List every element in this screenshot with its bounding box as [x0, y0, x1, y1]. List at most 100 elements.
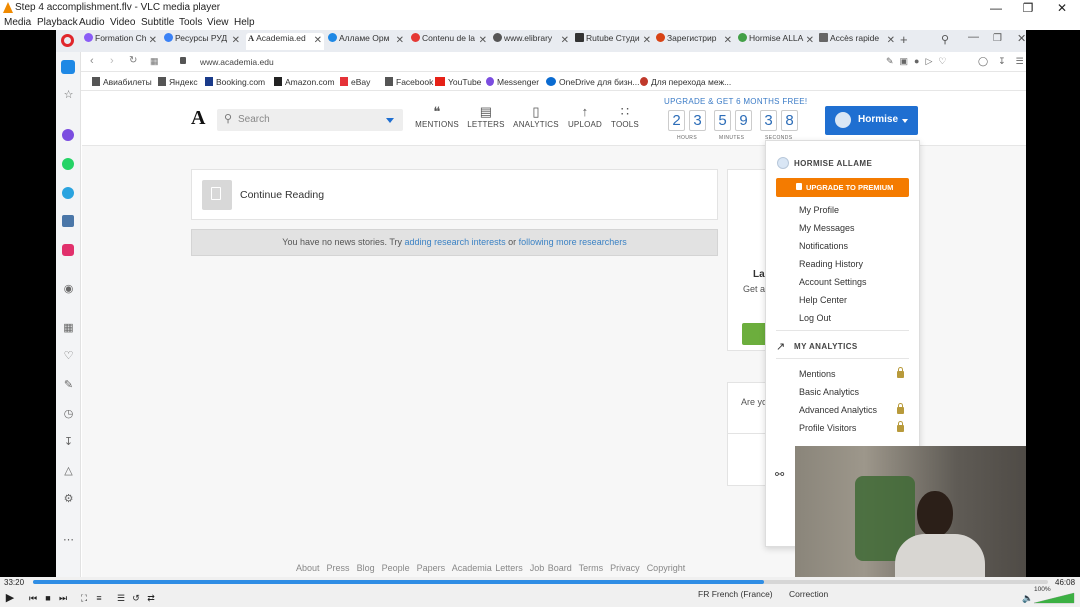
tab-close-icon[interactable]: ✕ — [232, 35, 240, 46]
next-icon[interactable]: ⏭ — [57, 592, 69, 604]
fullscreen-icon[interactable]: ⛶ — [78, 592, 90, 604]
menu-analytics-mentions[interactable]: Mentions — [799, 369, 836, 379]
playlist-icon[interactable]: ☰ — [115, 592, 127, 604]
browser-tab[interactable]: Зарегистрир ✕ — [656, 33, 734, 50]
menu-account-settings[interactable]: Account Settings — [799, 277, 867, 287]
bookmark-item[interactable]: Amazon.com — [274, 77, 335, 87]
menu-log-out[interactable]: Log Out — [799, 313, 831, 323]
volume-icon[interactable]: 🔈 — [1022, 593, 1033, 604]
reload-icon[interactable]: ↻ — [129, 55, 137, 66]
menu-help[interactable]: Help — [234, 17, 255, 28]
browser-restore-icon[interactable]: ❐ — [993, 33, 1002, 44]
url-field[interactable]: www.academia.edu — [200, 57, 274, 67]
adding-research-interests-link[interactable]: adding research interests — [405, 237, 506, 247]
menu-playback[interactable]: Playback — [37, 17, 78, 28]
close-button[interactable]: ✕ — [1047, 0, 1077, 16]
whatsapp-icon[interactable] — [62, 158, 74, 170]
back-icon[interactable]: ‹ — [90, 55, 94, 67]
bookmark-item[interactable]: Booking.com — [205, 77, 265, 87]
browser-tab[interactable]: Accès rapide ✕ — [819, 33, 897, 50]
tab-close-icon[interactable]: ✕ — [396, 35, 404, 46]
tab-close-icon[interactable]: ✕ — [561, 35, 569, 46]
extended-settings-icon[interactable]: ≡ — [93, 592, 105, 604]
browser-close-icon[interactable]: ✕ — [1017, 32, 1026, 45]
tab-close-icon[interactable]: ✕ — [149, 35, 157, 46]
tab-close-icon[interactable]: ✕ — [887, 35, 895, 46]
browser-tab[interactable]: Hormise ALLA ✕ — [738, 33, 816, 50]
tab-close-icon[interactable]: ✕ — [724, 35, 732, 46]
user-menu-button[interactable]: Hormise — [825, 106, 918, 135]
footer-academia-letters[interactable]: Academia Letters — [452, 563, 523, 573]
workspaces-icon[interactable]: ▦ — [62, 322, 75, 335]
vk-icon[interactable] — [62, 215, 74, 227]
tab-search-icon[interactable]: ⚲ — [941, 33, 949, 46]
forward-icon[interactable]: › — [110, 55, 114, 67]
footer-job-board[interactable]: Job Board — [530, 563, 572, 573]
settings-gear-icon[interactable]: ⚙ — [62, 493, 75, 506]
home-icon[interactable] — [61, 60, 75, 74]
messenger-icon[interactable] — [62, 129, 74, 141]
telegram-icon[interactable] — [62, 187, 74, 199]
browser-tab[interactable]: Contenu de la ✕ — [411, 33, 489, 50]
stop-icon[interactable]: ■ — [42, 592, 54, 604]
previous-icon[interactable]: ⏮ — [27, 592, 39, 604]
tab-close-icon[interactable]: ✕ — [806, 35, 814, 46]
speed-dial-icon[interactable]: ▦ — [150, 56, 159, 67]
downloads-icon[interactable]: ↧ — [62, 436, 75, 449]
browser-tab[interactable]: www.elibrary ✕ — [493, 33, 571, 50]
bookmark-item[interactable]: Facebook — [385, 77, 433, 87]
footer-copyright[interactable]: Copyright — [647, 563, 686, 573]
browser-tab[interactable]: Rutube Студи ✕ — [575, 33, 653, 50]
bookmark-item[interactable]: YouTube — [435, 77, 481, 87]
volume-slider[interactable]: 100% — [1033, 586, 1076, 604]
player-icon[interactable]: ◉ — [62, 283, 75, 296]
menu-profile-visitors[interactable]: Profile Visitors — [799, 423, 856, 433]
opera-logo-icon[interactable] — [61, 34, 74, 47]
footer-about[interactable]: About — [296, 563, 320, 573]
history-icon[interactable]: ◷ — [62, 408, 75, 421]
browser-tab-active[interactable]: A Academia.ed ✕ — [246, 33, 324, 50]
footer-people[interactable]: People — [382, 563, 410, 573]
shuffle-icon[interactable]: ⇄ — [145, 592, 157, 604]
search-input[interactable]: ⚲ Search — [217, 109, 403, 131]
menu-subtitle[interactable]: Subtitle — [141, 17, 174, 28]
following-researchers-link[interactable]: following more researchers — [519, 237, 627, 247]
new-tab-icon[interactable]: + — [900, 32, 908, 47]
bookmark-item[interactable]: Messenger — [486, 77, 539, 87]
browser-tab[interactable]: Алламе Орм ✕ — [328, 33, 406, 50]
footer-papers[interactable]: Papers — [417, 563, 446, 573]
search-dropdown-icon[interactable] — [386, 118, 394, 123]
menu-tools[interactable]: Tools — [179, 17, 202, 28]
menu-video[interactable]: Video — [110, 17, 135, 28]
footer-blog[interactable]: Blog — [357, 563, 375, 573]
menu-basic-analytics[interactable]: Basic Analytics — [799, 387, 859, 397]
tab-close-icon[interactable]: ✕ — [314, 35, 322, 46]
bookmark-item[interactable]: Авиабилеты — [92, 77, 152, 87]
seek-bar[interactable] — [33, 580, 1048, 584]
upgrade-premium-button[interactable]: UPGRADE TO PREMIUM — [776, 178, 909, 197]
bookmark-item[interactable]: Для перехода меж... — [640, 77, 731, 87]
minimize-button[interactable]: — — [981, 0, 1011, 16]
address-bar-tools-icon[interactable]: ✎▣●▷♡ — [886, 56, 952, 67]
academia-logo[interactable]: A — [191, 107, 205, 130]
notes-icon[interactable]: ✎ — [62, 379, 75, 392]
footer-press[interactable]: Press — [327, 563, 350, 573]
menu-reading-history[interactable]: Reading History — [799, 259, 863, 269]
bookmarks-star-icon[interactable]: ☆ — [62, 89, 75, 102]
bookmark-item[interactable]: eBay — [340, 77, 370, 87]
loop-icon[interactable]: ↺ — [130, 592, 142, 604]
upgrade-banner[interactable]: UPGRADE & GET 6 MONTHS FREE! — [664, 97, 807, 106]
menu-view[interactable]: View — [207, 17, 229, 28]
tab-close-icon[interactable]: ✕ — [643, 35, 651, 46]
nav-tools[interactable]: ∷ TOOLS — [600, 104, 650, 129]
nav-letters[interactable]: ▤ LETTERS — [461, 104, 511, 129]
bookmark-item[interactable]: OneDrive для бизн... — [546, 77, 639, 87]
extensions-cube-icon[interactable]: △ — [62, 465, 75, 478]
nav-analytics[interactable]: ▯ ANALYTICS — [511, 104, 561, 129]
browser-tab[interactable]: Formation Ch ✕ — [84, 33, 159, 50]
footer-terms[interactable]: Terms — [579, 563, 604, 573]
extensions-icon[interactable]: ◯↧☰ — [978, 56, 1026, 67]
continue-reading-card[interactable]: Continue Reading — [191, 169, 718, 220]
menu-media[interactable]: Media — [4, 17, 31, 28]
browser-tab[interactable]: Ресурсы РУД ✕ — [164, 33, 242, 50]
